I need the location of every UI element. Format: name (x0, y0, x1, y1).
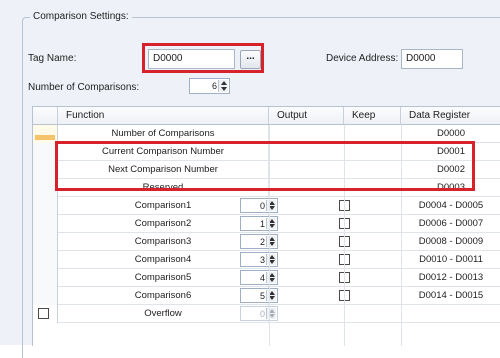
num-comparisons-label: Number of Comparisons: (28, 82, 140, 93)
output-stepper[interactable]: 1 (240, 216, 278, 231)
function-cell: Comparison1 (58, 197, 269, 215)
device-address-label: Device Address: (326, 53, 399, 64)
header-keep: Keep (344, 107, 401, 125)
register-cell: D0008 - D0009 (418, 236, 484, 247)
stepper-arrows[interactable] (266, 272, 276, 283)
row-selector[interactable] (33, 215, 58, 233)
output-stepper[interactable]: 2 (240, 234, 278, 249)
output-value: 5 (259, 291, 265, 301)
settings-panel: Comparison Settings: Tag Name: D0000 ...… (0, 0, 500, 358)
output-value: 3 (259, 255, 265, 265)
tag-name-label: Tag Name: (28, 53, 77, 64)
output-value: 0 (259, 309, 265, 319)
output-stepper[interactable]: 0 (240, 198, 278, 213)
num-comparisons-value: 6 (211, 81, 217, 91)
output-value: 1 (259, 219, 265, 229)
table-row[interactable]: Comparison5 4 D0012 - D0013 (33, 269, 500, 287)
header-function: Function (58, 107, 269, 125)
output-stepper: 0 (240, 306, 278, 321)
output-value: 2 (259, 237, 265, 247)
stepper-arrows (266, 308, 276, 319)
stepper-arrows[interactable] (266, 218, 276, 229)
tag-name-highlight (142, 43, 264, 73)
row-selector[interactable] (33, 251, 58, 269)
function-cell: Comparison3 (58, 233, 269, 251)
row-selector (33, 305, 58, 323)
device-address-field: D0000 (401, 49, 463, 69)
output-stepper[interactable]: 5 (240, 288, 278, 303)
table-row[interactable]: Comparison3 2 D0008 - D0009 (33, 233, 500, 251)
group-title: Comparison Settings: (30, 11, 132, 22)
header-data-register: Data Register (401, 107, 500, 125)
stepper-arrows[interactable] (266, 290, 276, 301)
overflow-checkbox[interactable] (38, 308, 49, 319)
output-stepper[interactable]: 4 (240, 270, 278, 285)
table-row[interactable]: Overflow 0 (33, 305, 500, 323)
current-row-marker (35, 135, 55, 140)
output-value: 0 (259, 201, 265, 211)
stepper-arrows[interactable] (218, 80, 228, 92)
header-output: Output (269, 107, 344, 125)
table-row[interactable]: Comparison6 5 D0014 - D0015 (33, 287, 500, 305)
register-cell: D0010 - D0011 (419, 254, 483, 265)
output-stepper[interactable]: 3 (240, 252, 278, 267)
output-value: 4 (259, 273, 265, 283)
function-cell: Comparison2 (58, 215, 269, 233)
stepper-arrows[interactable] (266, 200, 276, 211)
function-cell: Overflow (58, 305, 269, 323)
register-cell: D0006 - D0007 (418, 218, 484, 229)
stepper-arrows[interactable] (266, 254, 276, 265)
header-selector (33, 107, 58, 125)
stepper-arrows[interactable] (266, 236, 276, 247)
row-selector[interactable] (33, 287, 58, 305)
function-cell: Comparison4 (58, 251, 269, 269)
table-row[interactable]: Comparison1 0 D0004 - D0005 (33, 197, 500, 215)
comparison-number-rows-highlight (55, 141, 475, 191)
row-selector[interactable] (33, 197, 58, 215)
table-row[interactable]: Comparison4 3 D0010 - D0011 (33, 251, 500, 269)
function-cell: Comparison5 (58, 269, 269, 287)
num-comparisons-stepper[interactable]: 6 (189, 78, 230, 94)
function-cell: Comparison6 (58, 287, 269, 305)
register-cell: D0014 - D0015 (418, 290, 484, 301)
register-cell: D0012 - D0013 (418, 272, 484, 283)
register-cell: D0004 - D0005 (418, 200, 484, 211)
row-selector[interactable] (33, 269, 58, 287)
table-row[interactable]: Comparison2 1 D0006 - D0007 (33, 215, 500, 233)
row-selector[interactable] (33, 233, 58, 251)
